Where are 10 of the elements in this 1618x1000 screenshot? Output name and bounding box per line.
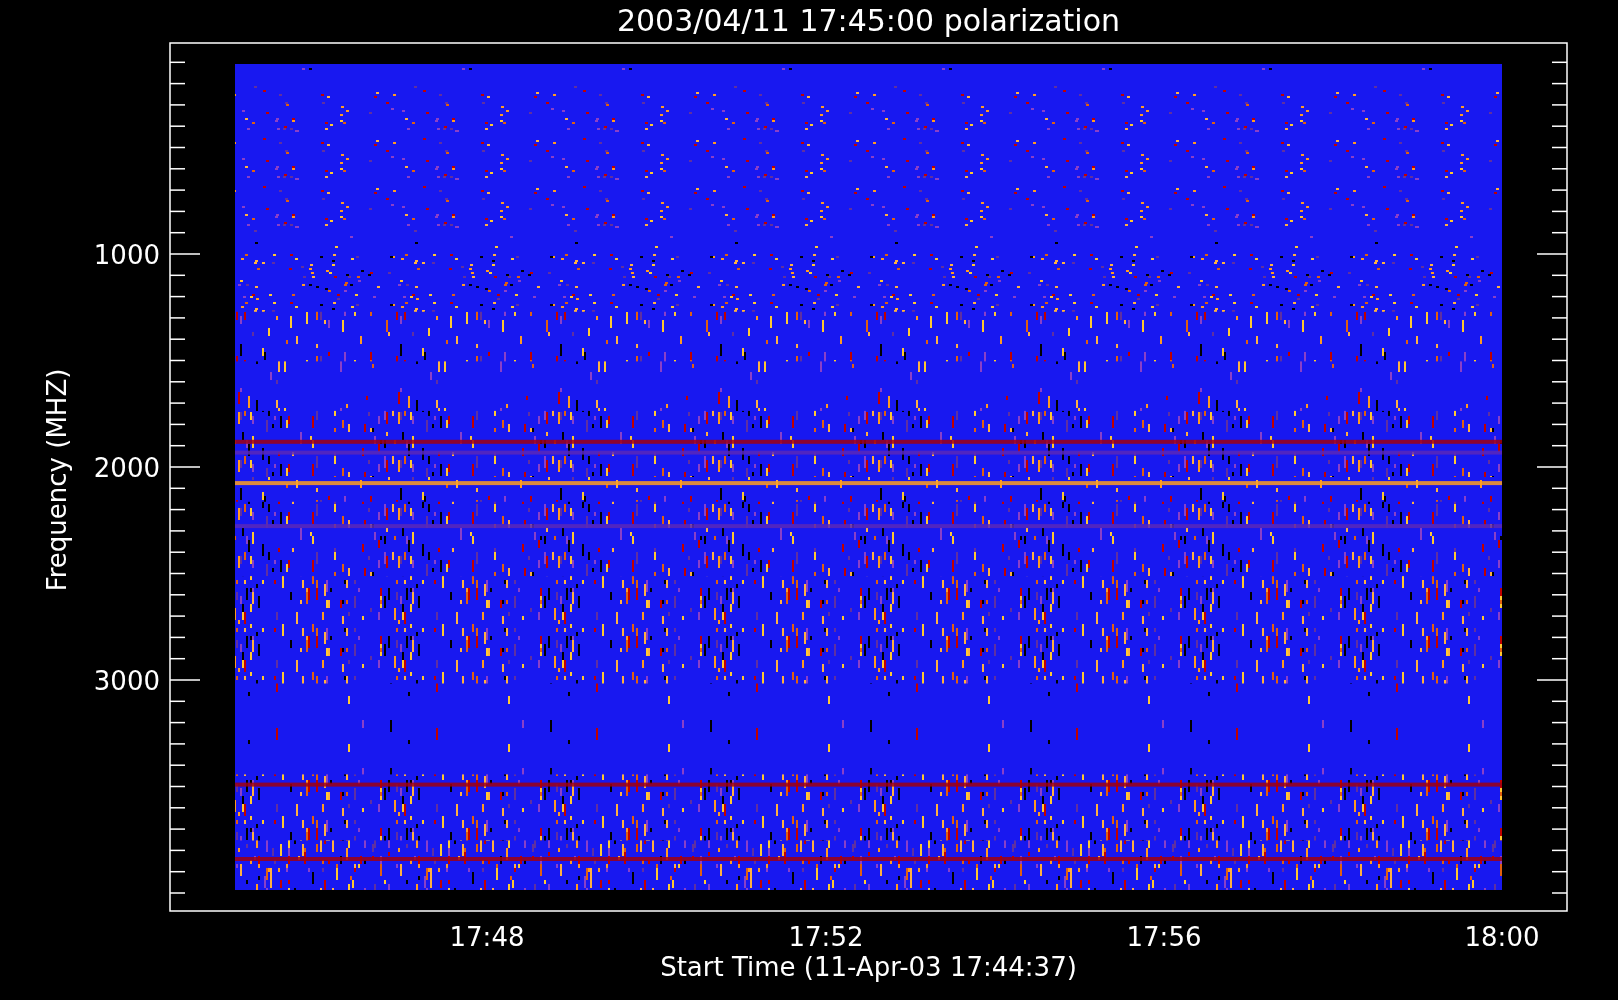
x-axis-label: Start Time (11-Apr-03 17:44:37) xyxy=(660,952,1077,982)
y-tick-label: 1000 xyxy=(93,240,160,270)
x-tick-label: 17:56 xyxy=(1126,922,1202,952)
y-axis-label: Frequency (MHZ) xyxy=(42,368,72,592)
y-tick-label: 2000 xyxy=(93,453,160,483)
x-tick-label: 17:52 xyxy=(788,922,864,952)
y-tick-label: 3000 xyxy=(93,666,160,696)
x-tick-label: 18:00 xyxy=(1464,922,1540,952)
chart-title: 2003/04/11 17:45:00 polarization xyxy=(616,3,1121,38)
x-tick-label: 17:48 xyxy=(449,922,525,952)
